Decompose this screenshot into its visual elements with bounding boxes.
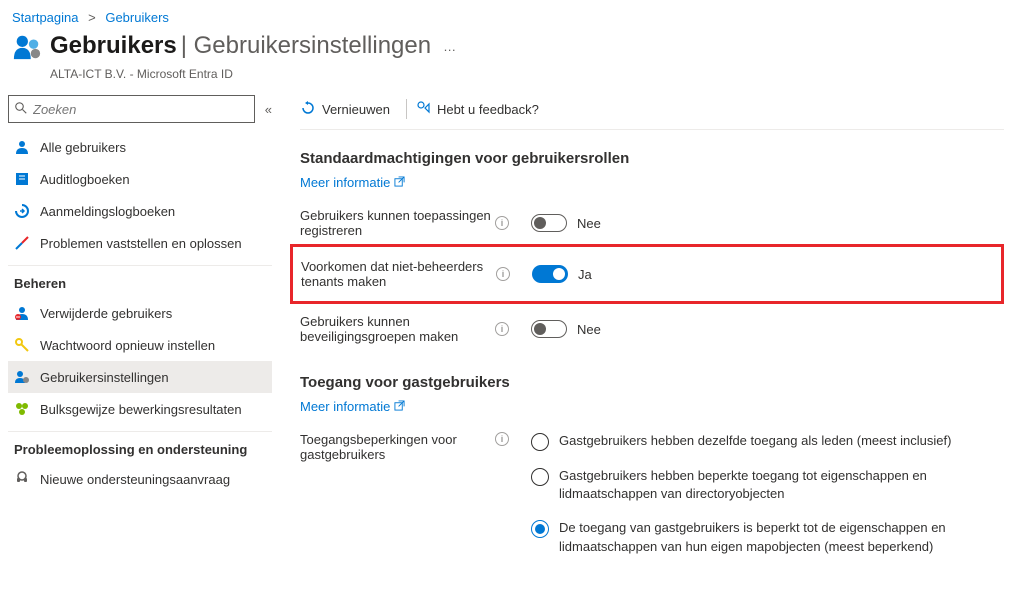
toolbar-separator — [406, 99, 407, 119]
sidebar-item-user-settings[interactable]: Gebruikersinstellingen — [8, 361, 272, 393]
more-icon[interactable]: … — [443, 39, 458, 54]
toggle-security-groups[interactable] — [531, 320, 567, 338]
setting-security-groups: Gebruikers kunnen beveiligingsgroepen ma… — [300, 308, 1004, 350]
signin-icon — [14, 203, 30, 219]
sidebar-item-signin-logs[interactable]: Aanmeldingslogboeken — [8, 195, 272, 227]
sidebar-item-deleted-users[interactable]: Verwijderde gebruikers — [8, 297, 272, 329]
sidebar-item-label: Alle gebruikers — [40, 140, 126, 155]
sidebar-item-password-reset[interactable]: Wachtwoord opnieuw instellen — [8, 329, 272, 361]
sidebar-item-label: Problemen vaststellen en oplossen — [40, 236, 242, 251]
sidebar-item-label: Bulksgewijze bewerkingsresultaten — [40, 402, 242, 417]
radio-option-restrictive[interactable]: De toegang van gastgebruikers is beperkt… — [531, 519, 1004, 555]
users-icon — [12, 31, 42, 61]
breadcrumb: Startpagina > Gebruikers — [0, 0, 1024, 31]
breadcrumb-users[interactable]: Gebruikers — [105, 10, 169, 25]
page-header: Gebruikers | Gebruikersinstellingen … — [0, 31, 1024, 67]
section-title: Toegang voor gastgebruikers — [300, 374, 1004, 391]
section-title: Standaardmachtigingen voor gebruikersrol… — [300, 150, 1004, 167]
refresh-button[interactable]: Vernieuwen — [300, 100, 390, 119]
sidebar: « Alle gebruikers Auditlogboeken Aanmeld… — [0, 91, 280, 606]
sidebar-item-new-support[interactable]: Nieuwe ondersteuningsaanvraag — [8, 463, 272, 495]
tools-icon — [14, 235, 30, 251]
user-settings-icon — [14, 369, 30, 385]
info-icon[interactable]: i — [496, 267, 510, 281]
sidebar-section-manage: Beheren — [8, 265, 272, 297]
toggle-register-apps[interactable] — [531, 214, 567, 232]
deleted-user-icon — [14, 305, 30, 321]
external-link-icon — [394, 175, 405, 190]
page-subtitle: | Gebruikersinstellingen — [181, 32, 431, 60]
bulk-icon — [14, 401, 30, 417]
sidebar-section-support: Probleemoplossing en ondersteuning — [8, 431, 272, 463]
search-input[interactable] — [8, 95, 255, 123]
more-info-link[interactable]: Meer informatie — [300, 399, 405, 414]
setting-register-apps: Gebruikers kunnen toepassingen registrer… — [300, 202, 1004, 244]
feedback-button[interactable]: Hebt u feedback? — [415, 100, 539, 119]
info-icon[interactable]: i — [495, 322, 509, 336]
sidebar-item-label: Nieuwe ondersteuningsaanvraag — [40, 472, 230, 487]
main-content: Vernieuwen Hebt u feedback? Standaardmac… — [280, 91, 1024, 606]
setting-guest-restrictions: Toegangsbeperkingen voor gastgebruikers … — [300, 426, 1004, 562]
sidebar-item-audit-logs[interactable]: Auditlogboeken — [8, 163, 272, 195]
info-icon[interactable]: i — [495, 216, 509, 230]
sidebar-item-diagnose[interactable]: Problemen vaststellen en oplossen — [8, 227, 272, 259]
section-default-permissions: Standaardmachtigingen voor gebruikersrol… — [300, 150, 1004, 350]
more-info-link[interactable]: Meer informatie — [300, 175, 405, 190]
sidebar-item-label: Wachtwoord opnieuw instellen — [40, 338, 215, 353]
section-guest-access: Toegang voor gastgebruikers Meer informa… — [300, 374, 1004, 562]
sidebar-item-all-users[interactable]: Alle gebruikers — [8, 131, 272, 163]
refresh-icon — [300, 100, 316, 119]
sidebar-item-label: Auditlogboeken — [40, 172, 130, 187]
search-icon — [15, 102, 27, 117]
sidebar-item-label: Aanmeldingslogboeken — [40, 204, 175, 219]
radio-option-limited[interactable]: Gastgebruikers hebben beperkte toegang t… — [531, 467, 1004, 503]
toggle-prevent-tenants[interactable] — [532, 265, 568, 283]
highlight-box: Voorkomen dat niet-beheerders tenants ma… — [290, 244, 1004, 304]
breadcrumb-home[interactable]: Startpagina — [12, 10, 79, 25]
key-icon — [14, 337, 30, 353]
support-icon — [14, 471, 30, 487]
sidebar-item-bulk-results[interactable]: Bulksgewijze bewerkingsresultaten — [8, 393, 272, 425]
info-icon[interactable]: i — [495, 432, 509, 446]
org-label: ALTA-ICT B.V. - Microsoft Entra ID — [0, 67, 1024, 81]
breadcrumb-separator: > — [88, 10, 96, 25]
feedback-icon — [415, 100, 431, 119]
setting-prevent-tenants: Voorkomen dat niet-beheerders tenants ma… — [301, 253, 1001, 295]
sidebar-item-label: Verwijderde gebruikers — [40, 306, 172, 321]
page-title: Gebruikers — [50, 32, 177, 60]
external-link-icon — [394, 399, 405, 414]
sidebar-item-label: Gebruikersinstellingen — [40, 370, 169, 385]
book-icon — [14, 171, 30, 187]
toolbar: Vernieuwen Hebt u feedback? — [300, 91, 1004, 130]
collapse-sidebar-button[interactable]: « — [265, 102, 272, 117]
radio-option-inclusive[interactable]: Gastgebruikers hebben dezelfde toegang a… — [531, 432, 1004, 451]
person-icon — [14, 139, 30, 155]
